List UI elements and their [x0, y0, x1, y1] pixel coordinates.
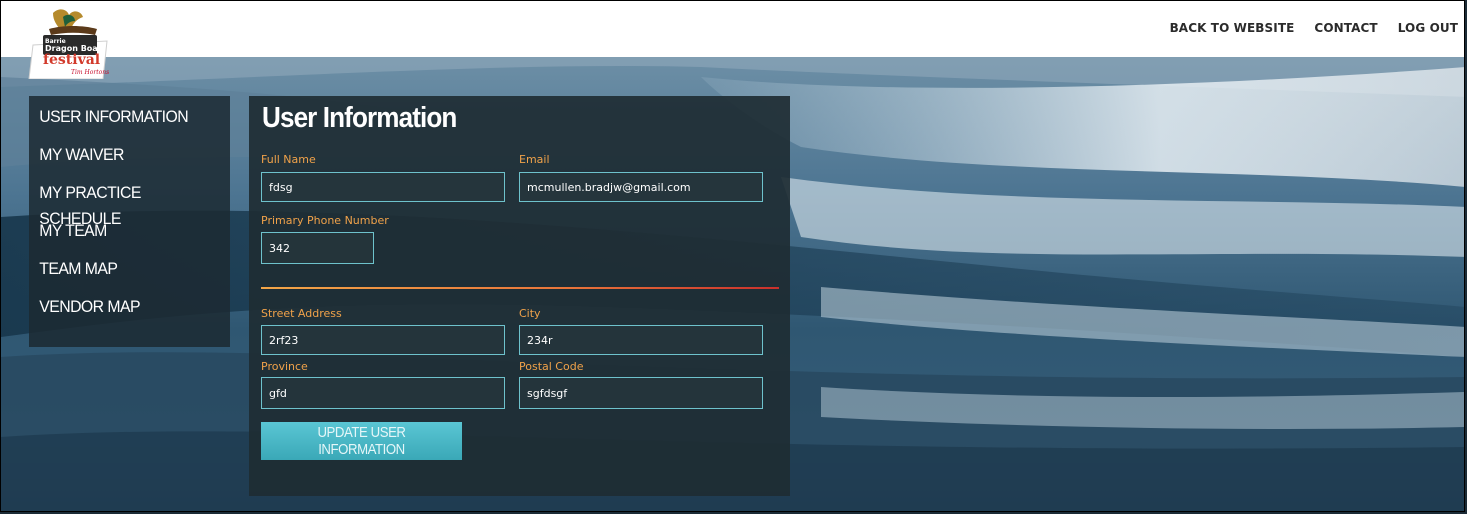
phone-input[interactable] [261, 232, 374, 264]
email-label: Email [519, 153, 550, 166]
page: BACK TO WEBSITE CONTACT LOG OUT Barrie D… [0, 0, 1465, 512]
sidebar-menu: USER INFORMATION MY WAIVER MY PRACTICE S… [29, 96, 230, 332]
user-information-panel: User Information Full Name Email Primary… [249, 96, 790, 496]
update-button-label: UPDATE USER INFORMATION [317, 424, 406, 458]
postal-code-input[interactable] [519, 377, 763, 409]
update-user-information-button[interactable]: UPDATE USER INFORMATION [261, 422, 462, 460]
top-nav: BACK TO WEBSITE CONTACT LOG OUT [1170, 1, 1458, 55]
province-label: Province [261, 360, 308, 373]
sidebar-item-team-map[interactable]: TEAM MAP [29, 256, 216, 294]
province-input[interactable] [261, 377, 505, 409]
full-name-input[interactable] [261, 172, 505, 202]
top-bar: BACK TO WEBSITE CONTACT LOG OUT [1, 1, 1464, 57]
sidebar-item-user-information[interactable]: USER INFORMATION [29, 104, 216, 142]
sidebar-item-my-practice-schedule[interactable]: MY PRACTICE SCHEDULE [29, 180, 216, 228]
city-label: City [519, 307, 541, 320]
svg-text:festival: festival [43, 52, 100, 68]
section-divider [261, 287, 779, 289]
postal-code-label: Postal Code [519, 360, 584, 373]
svg-text:Tim Hortons: Tim Hortons [71, 69, 109, 76]
page-title: User Information [262, 102, 457, 134]
sidebar-item-my-team[interactable]: MY TEAM [29, 218, 216, 256]
logout-link[interactable]: LOG OUT [1398, 21, 1458, 35]
sidebar-item-my-waiver[interactable]: MY WAIVER [29, 142, 216, 180]
full-name-label: Full Name [261, 153, 316, 166]
festival-logo[interactable]: Barrie Dragon Boat festival Tim Hortons [23, 7, 115, 80]
street-address-input[interactable] [261, 325, 505, 355]
contact-link[interactable]: CONTACT [1314, 21, 1377, 35]
sidebar: USER INFORMATION MY WAIVER MY PRACTICE S… [29, 96, 230, 347]
city-input[interactable] [519, 325, 763, 355]
phone-label: Primary Phone Number [261, 214, 389, 227]
email-input[interactable] [519, 172, 763, 202]
sidebar-item-vendor-map[interactable]: VENDOR MAP [29, 294, 216, 332]
back-to-website-link[interactable]: BACK TO WEBSITE [1170, 21, 1295, 35]
street-address-label: Street Address [261, 307, 342, 320]
